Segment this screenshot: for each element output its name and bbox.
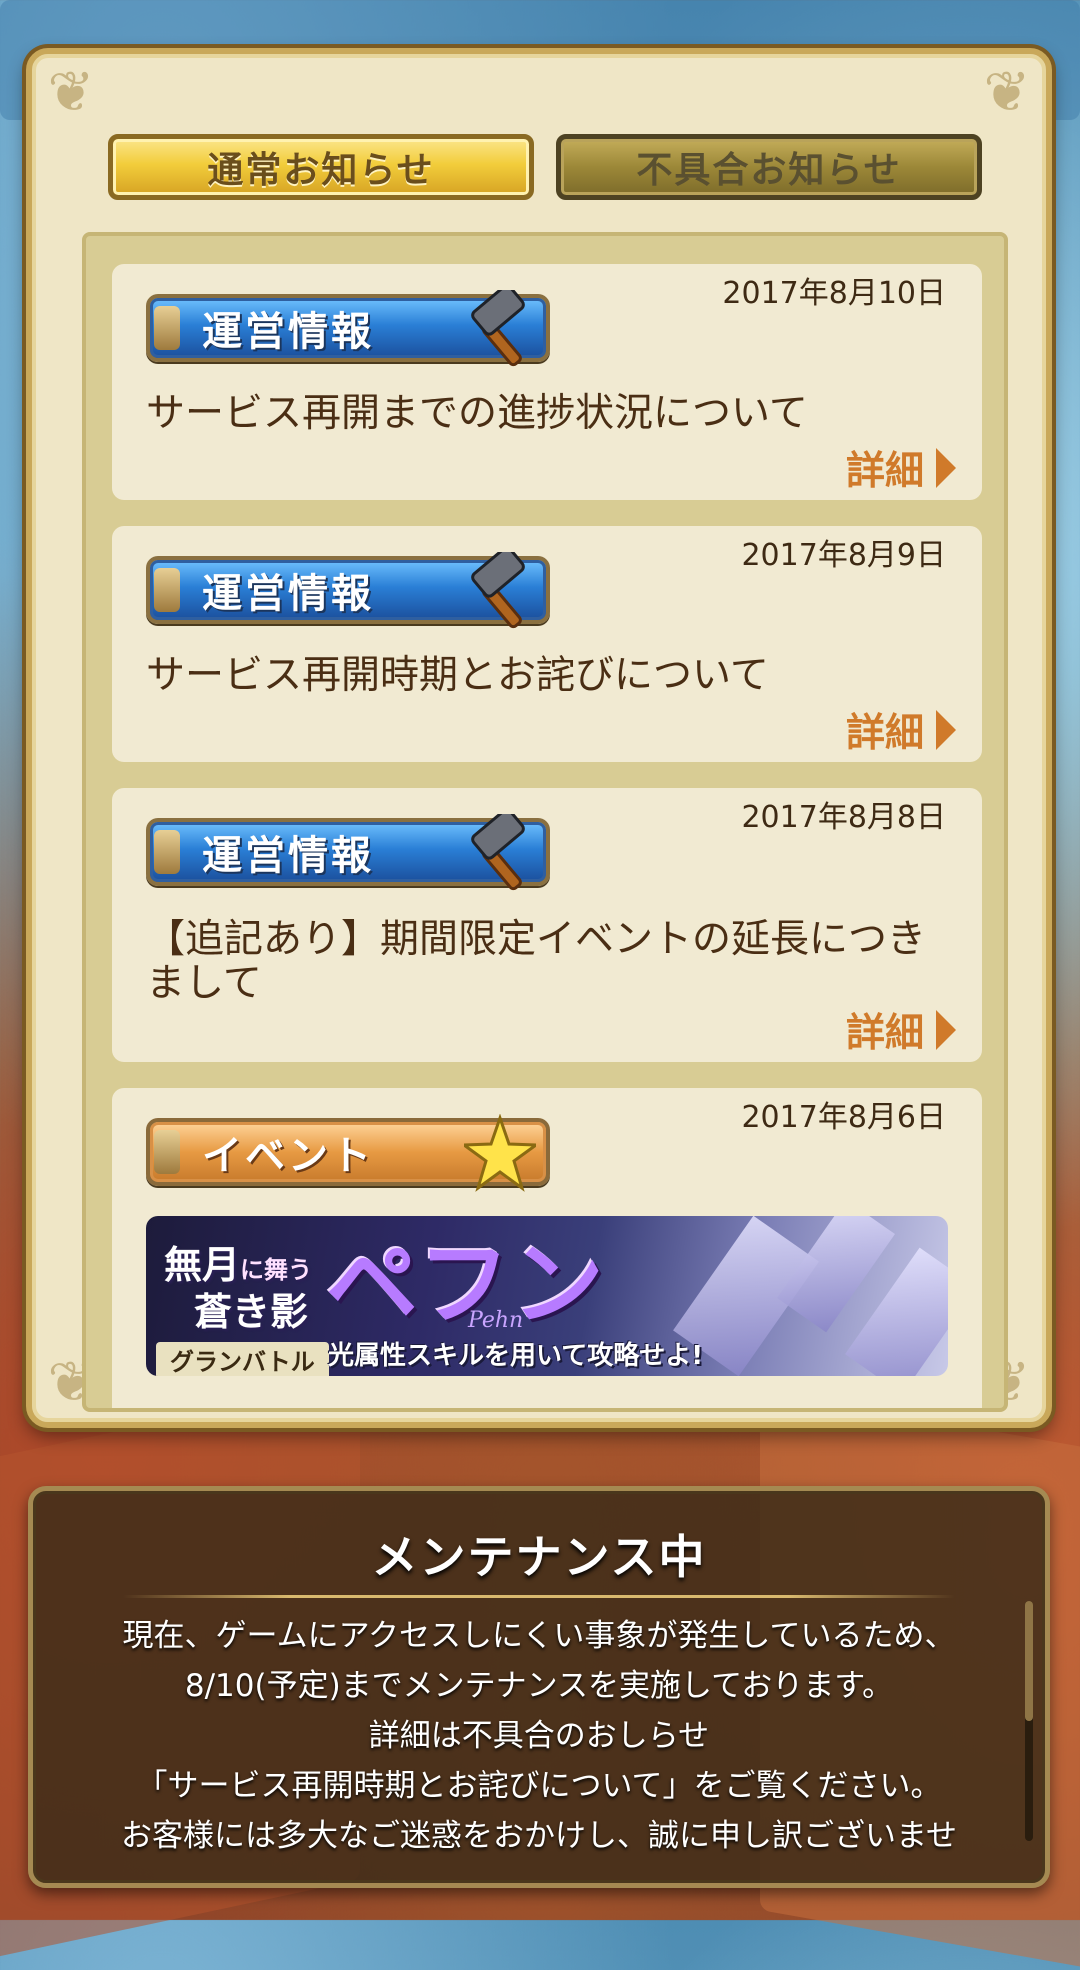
category-label: 運営情報 [202, 309, 374, 355]
banner-title-part: に [240, 1255, 265, 1284]
divider [123, 1595, 955, 1598]
corner-ornament: ❦ [983, 60, 1031, 125]
corner-ornament: ❦ [47, 60, 95, 125]
notice-title: サービス再開時期とお詫びについて [146, 653, 769, 698]
notice-date: 2017年8月6日 [741, 1100, 946, 1135]
notice-card[interactable]: 2017年8月8日 運営情報 【追記あり】期間限定イベントの延長につきまして 詳… [112, 788, 982, 1062]
badge-ornament [154, 1130, 180, 1174]
detail-link[interactable]: 詳細 [846, 702, 956, 758]
maintenance-line: 現在、ゲームにアクセスしにくい事象が発生しているため、 [122, 1618, 956, 1654]
maintenance-line: 詳細は不具合のおしらせ [368, 1718, 710, 1754]
arrow-right-icon [936, 710, 956, 750]
notice-list[interactable]: 2017年8月10日 運営情報 サービス再開までの進捗状況について 詳細 201… [82, 232, 1008, 1412]
event-banner[interactable]: 無月に舞う 蒼き影 ペフン Pehn グランバトル 光属性スキルを用いて攻略せよ… [146, 1216, 948, 1376]
detail-link[interactable]: 詳細 [846, 440, 956, 496]
category-label: 運営情報 [202, 571, 374, 617]
hammer-icon [471, 814, 525, 891]
scrollbar[interactable] [1025, 1601, 1033, 1841]
maintenance-line: 8/10(予定)までメンテナンスを実施しております。 [184, 1668, 894, 1704]
hammer-icon [471, 290, 525, 367]
scrollbar-thumb[interactable] [1025, 1601, 1033, 1721]
detail-label: 詳細 [845, 1011, 924, 1056]
maintenance-panel: メンテナンス中 現在、ゲームにアクセスしにくい事象が発生しているため、 8/10… [28, 1486, 1050, 1888]
category-badge: 運営情報 [146, 290, 550, 367]
banner-caption: 光属性スキルを用いて攻略せよ! [328, 1341, 704, 1371]
arrow-right-icon [936, 1010, 956, 1050]
notice-date: 2017年8月9日 [741, 538, 946, 573]
banner-title-part: 無月 [164, 1242, 241, 1287]
maintenance-line: 「サービス再開時期とお詫びについて」をご覧ください。 [136, 1768, 942, 1804]
category-badge: 運営情報 [146, 552, 550, 629]
banner-boss-name: ペフン [326, 1230, 604, 1338]
banner-tag: グランバトル [156, 1342, 329, 1376]
notice-date: 2017年8月8日 [741, 800, 946, 835]
notice-card[interactable]: 2017年8月9日 運営情報 サービス再開時期とお詫びについて 詳細 [112, 526, 982, 762]
notice-card[interactable]: 2017年8月10日 運営情報 サービス再開までの進捗状況について 詳細 [112, 264, 982, 500]
badge-ornament [154, 830, 180, 874]
category-badge: イベント [146, 1114, 550, 1192]
notice-title: 【追記あり】期間限定イベントの延長につきまして [146, 917, 927, 1006]
notice-panel: ❦ ❦ ❦ ❦ 通常お知らせ 不具合お知らせ 2017年8月10日 運営情報 サ… [26, 48, 1052, 1428]
notice-card[interactable]: 2017年8月6日 イベント 無月に舞う 蒼き影 ペフン Pehn グランバトル [112, 1088, 982, 1408]
notice-date: 2017年8月10日 [722, 276, 946, 311]
banner-title-part: 蒼き影 [194, 1289, 309, 1334]
detail-link[interactable]: 詳細 [846, 1002, 956, 1058]
badge-ornament [154, 568, 180, 612]
tab-bug-notices[interactable]: 不具合お知らせ [556, 134, 982, 200]
star-icon [464, 1114, 536, 1192]
detail-label: 詳細 [845, 711, 924, 756]
detail-label: 詳細 [845, 449, 924, 494]
notice-title: サービス再開までの進捗状況について [146, 391, 808, 436]
category-badge: 運営情報 [146, 814, 550, 891]
banner-title: 無月に舞う 蒼き影 [164, 1244, 312, 1333]
maintenance-line: お客様には多大なご迷惑をおかけし、誠に申し訳ございませ [120, 1818, 958, 1854]
banner-title-part: 舞う [264, 1255, 313, 1284]
hammer-icon [471, 552, 525, 629]
maintenance-title: メンテナンス中 [371, 1530, 707, 1584]
badge-ornament [154, 306, 180, 350]
category-label: 運営情報 [202, 833, 374, 879]
banner-boss-subname: Pehn [468, 1308, 524, 1333]
tab-normal-notices[interactable]: 通常お知らせ [108, 134, 534, 200]
arrow-right-icon [936, 448, 956, 488]
maintenance-message: 現在、ゲームにアクセスしにくい事象が発生しているため、 8/10(予定)までメン… [53, 1611, 1025, 1861]
category-label: イベント [202, 1133, 374, 1179]
